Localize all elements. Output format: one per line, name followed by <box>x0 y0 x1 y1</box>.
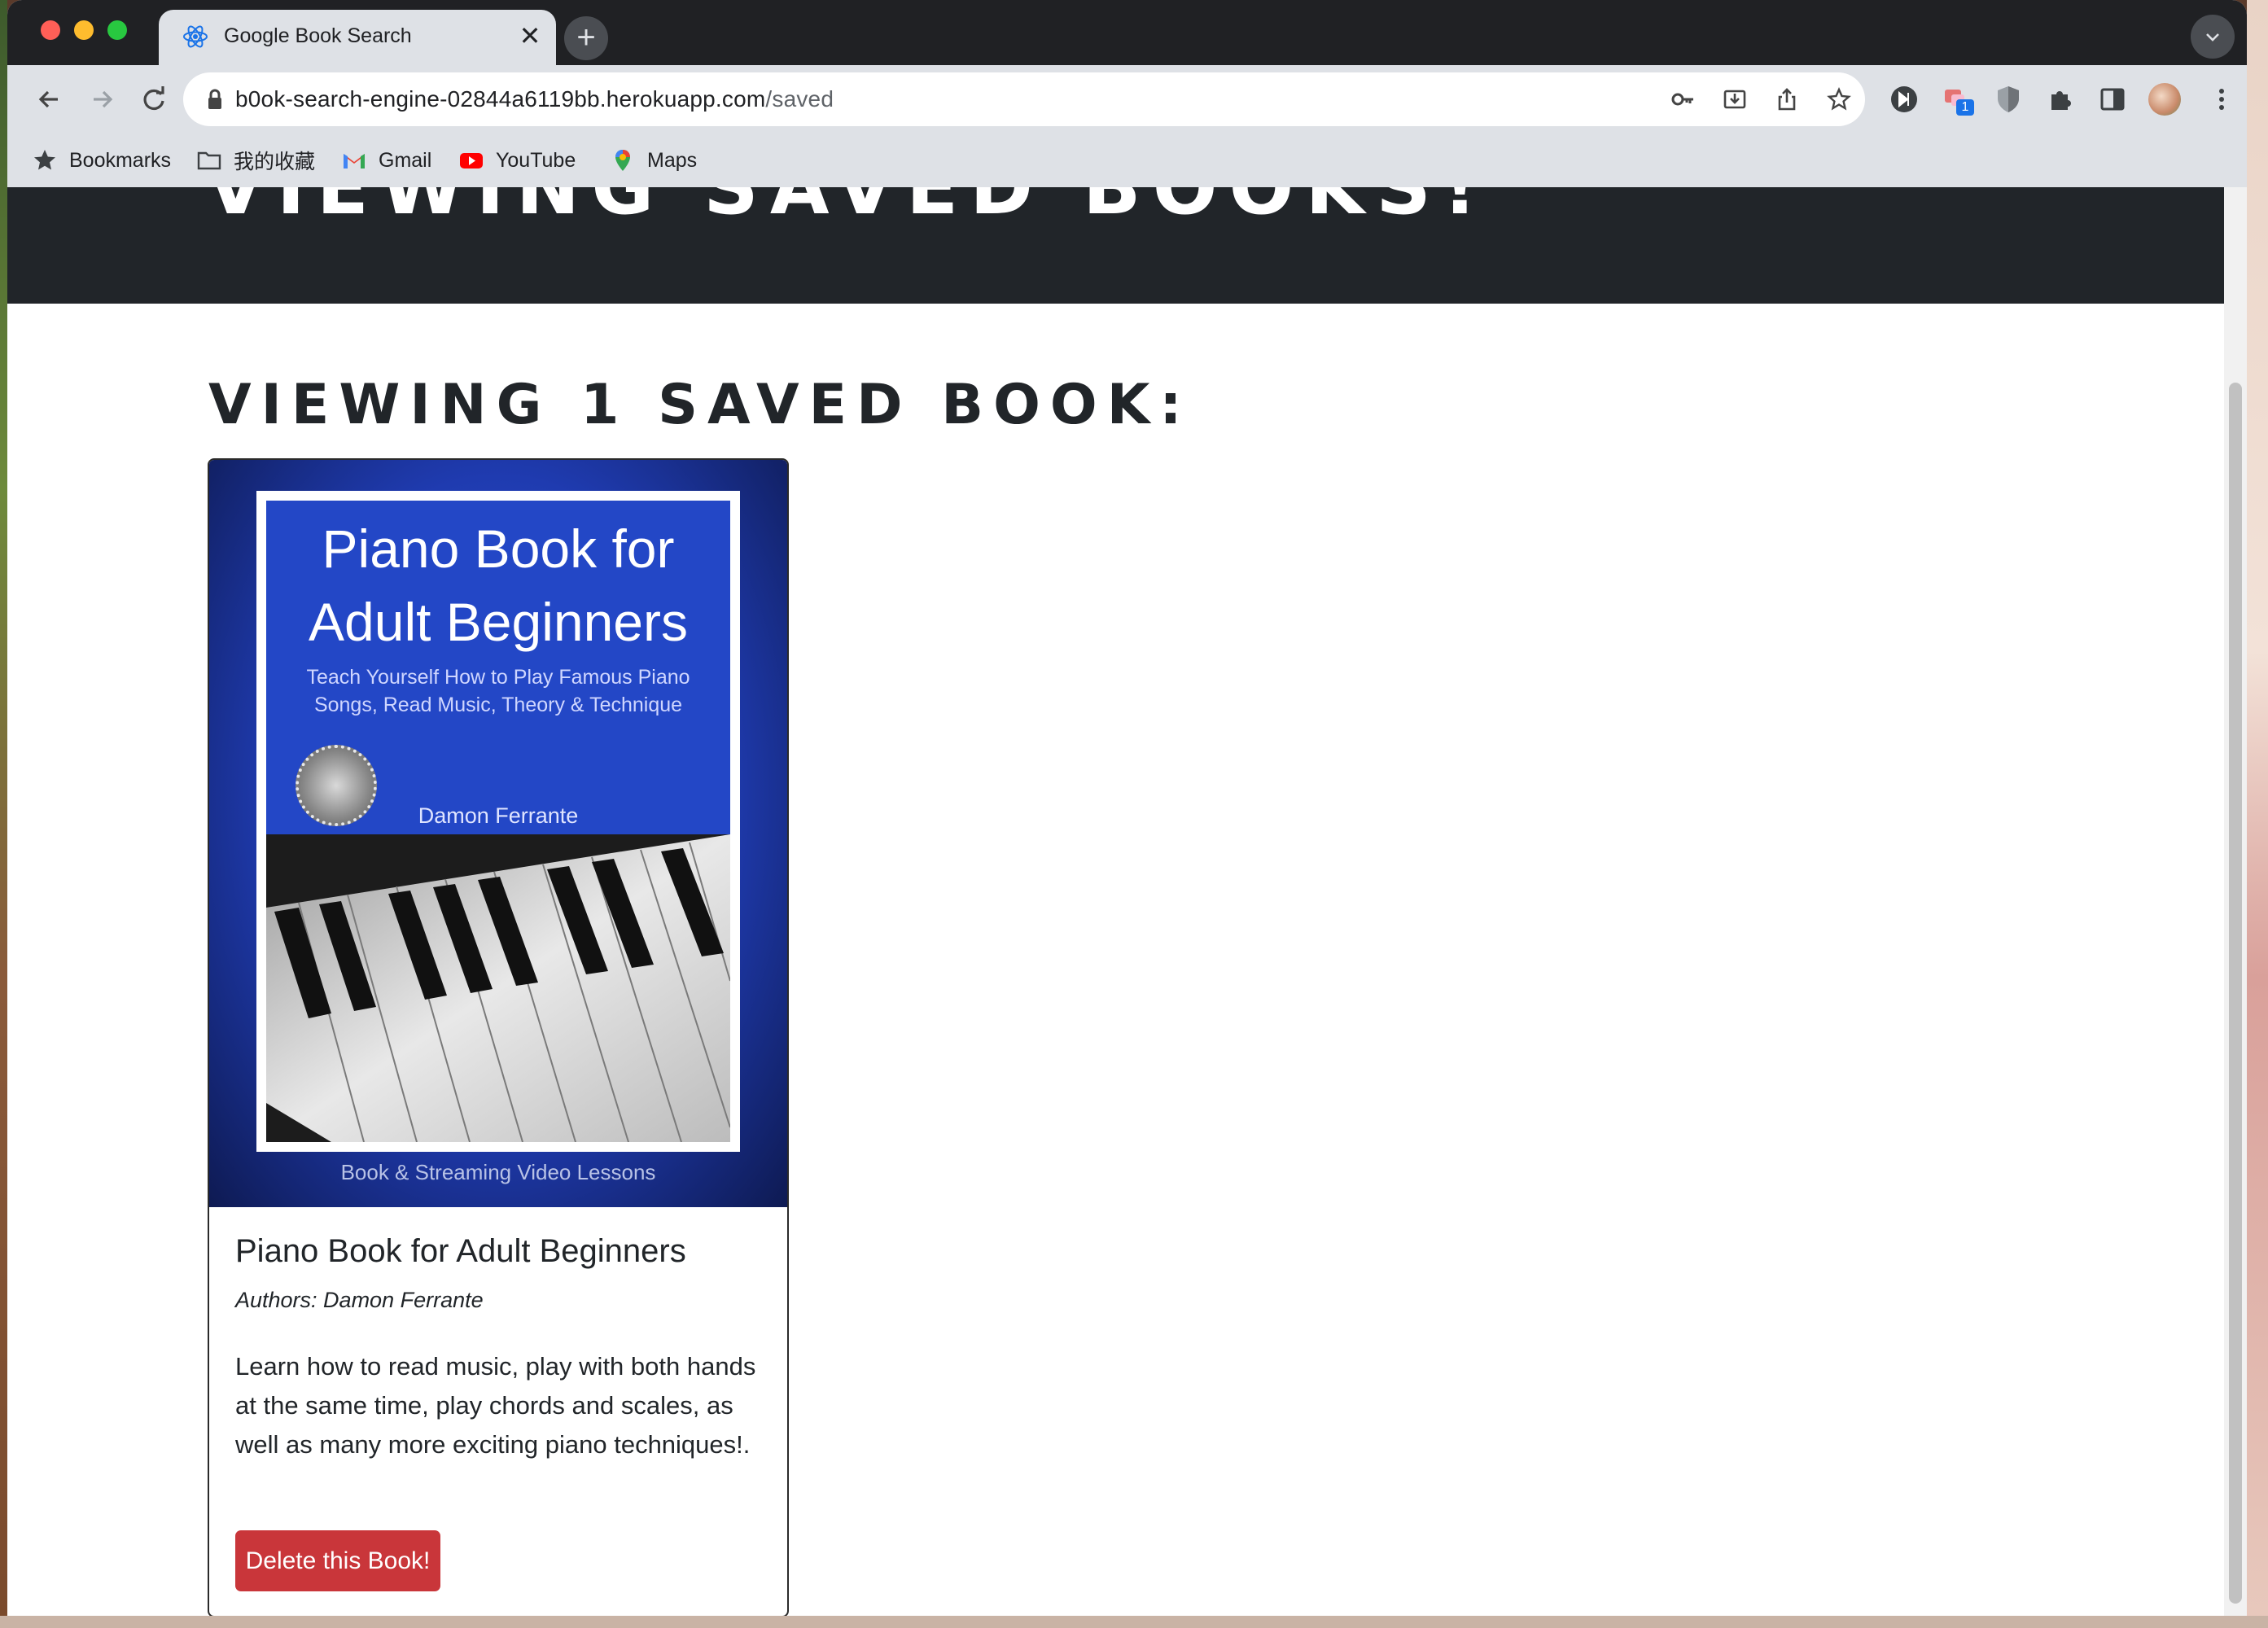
tab-google-book-search[interactable]: Google Book Search ✕ <box>159 10 556 65</box>
tab-strip: Google Book Search ✕ + <box>7 0 2247 65</box>
url-path: /saved <box>765 86 834 112</box>
extension-media-icon[interactable] <box>1888 83 1920 116</box>
tab-search-button[interactable] <box>2191 15 2235 59</box>
extension-with-badge-icon[interactable]: 1 <box>1940 83 1974 116</box>
tab-title: Google Book Search <box>224 24 412 47</box>
desktop-wallpaper-right <box>2247 0 2268 1628</box>
bookmark-item-maps[interactable]: Maps <box>610 145 697 176</box>
bookmarks-bar: Bookmarks 我的收藏 Gmail YouTube Maps <box>7 133 2247 188</box>
new-tab-button[interactable]: + <box>564 16 608 60</box>
gmail-icon <box>344 154 365 168</box>
bookmark-label: YouTube <box>496 148 576 172</box>
page-content: Viewing saved books! Viewing 1 saved boo… <box>7 187 2247 1616</box>
bookmark-label: Bookmarks <box>69 148 172 172</box>
bookmark-label: Gmail <box>379 148 432 172</box>
browser-toolbar: b0ok-search-engine-02844a6119bb.herokuap… <box>7 65 2247 133</box>
chevron-down-icon <box>2206 33 2219 42</box>
url-text[interactable]: b0ok-search-engine-02844a6119bb.herokuap… <box>235 86 834 112</box>
desktop-wallpaper-left <box>0 0 7 1628</box>
window-minimize-button[interactable] <box>74 20 94 40</box>
book-cover-image: Piano Book for Adult Beginners Teach You… <box>209 460 787 1207</box>
cover-title: Piano Book for Adult Beginners <box>309 519 688 652</box>
cover-inner: Piano Book for Adult Beginners Teach You… <box>266 501 730 1142</box>
book-authors: Authors: Damon Ferrante <box>235 1288 484 1312</box>
extension-badge: 1 <box>1956 99 1974 116</box>
back-arrow-icon[interactable] <box>32 81 68 117</box>
page-hero-banner: Viewing saved books! <box>7 187 2224 304</box>
menu-kebab-icon[interactable] <box>2205 83 2238 116</box>
side-panel-icon[interactable] <box>2096 83 2129 116</box>
hero-title: Viewing saved books! <box>206 187 1489 232</box>
desktop-wallpaper-bottom <box>0 1616 2268 1628</box>
cover-caption: Book & Streaming Video Lessons <box>340 1160 656 1184</box>
bookmark-item-gmail[interactable]: Gmail <box>341 145 431 176</box>
bookmark-star-icon[interactable] <box>1826 86 1852 112</box>
browser-window: Google Book Search ✕ + b0ok-search-engin… <box>7 0 2247 1616</box>
bookmark-item-folder[interactable]: 我的收藏 <box>196 145 315 176</box>
extensions-puzzle-icon[interactable] <box>2044 83 2077 116</box>
key-icon[interactable] <box>1670 86 1696 112</box>
install-app-icon[interactable] <box>1722 86 1748 112</box>
shield-icon[interactable] <box>1992 83 2025 116</box>
scrollbar-thumb[interactable] <box>2229 383 2242 1604</box>
bookmark-label: 我的收藏 <box>234 151 316 173</box>
book-title: Piano Book for Adult Beginners <box>235 1233 686 1269</box>
page-scrollbar[interactable] <box>2224 187 2247 1616</box>
maps-icon <box>615 150 630 171</box>
youtube-icon <box>460 153 483 168</box>
cover-author: Damon Ferrante <box>418 803 579 828</box>
reload-icon[interactable] <box>136 81 172 117</box>
react-icon <box>183 25 208 48</box>
cover-subtitle: Teach Yourself How to Play Famous Piano … <box>306 666 690 716</box>
window-close-button[interactable] <box>41 20 60 40</box>
bookmark-item-youtube[interactable]: YouTube <box>458 145 576 176</box>
piano-keys-illustration <box>266 834 730 1142</box>
bookmark-label: Maps <box>647 148 698 172</box>
delete-book-button[interactable]: Delete this Book! <box>235 1530 440 1591</box>
book-card: Piano Book for Adult Beginners Teach You… <box>208 458 789 1616</box>
cover-frame: Piano Book for Adult Beginners Teach You… <box>256 491 740 1152</box>
share-icon[interactable] <box>1774 86 1800 112</box>
bookmark-item-bookmarks[interactable]: Bookmarks <box>32 145 171 176</box>
folder-icon <box>197 151 221 170</box>
window-maximize-button[interactable] <box>107 20 127 40</box>
lock-icon[interactable] <box>206 88 224 111</box>
url-host: b0ok-search-engine-02844a6119bb.herokuap… <box>235 86 766 112</box>
book-description: Learn how to read music, play with both … <box>235 1352 756 1459</box>
saved-books-heading: Viewing 1 saved book: <box>208 373 1192 437</box>
address-bar[interactable]: b0ok-search-engine-02844a6119bb.herokuap… <box>183 72 1865 126</box>
star-icon <box>34 150 55 170</box>
forward-arrow-icon[interactable] <box>84 81 120 117</box>
profile-avatar[interactable] <box>2148 83 2181 116</box>
tab-close-icon[interactable]: ✕ <box>514 20 546 52</box>
